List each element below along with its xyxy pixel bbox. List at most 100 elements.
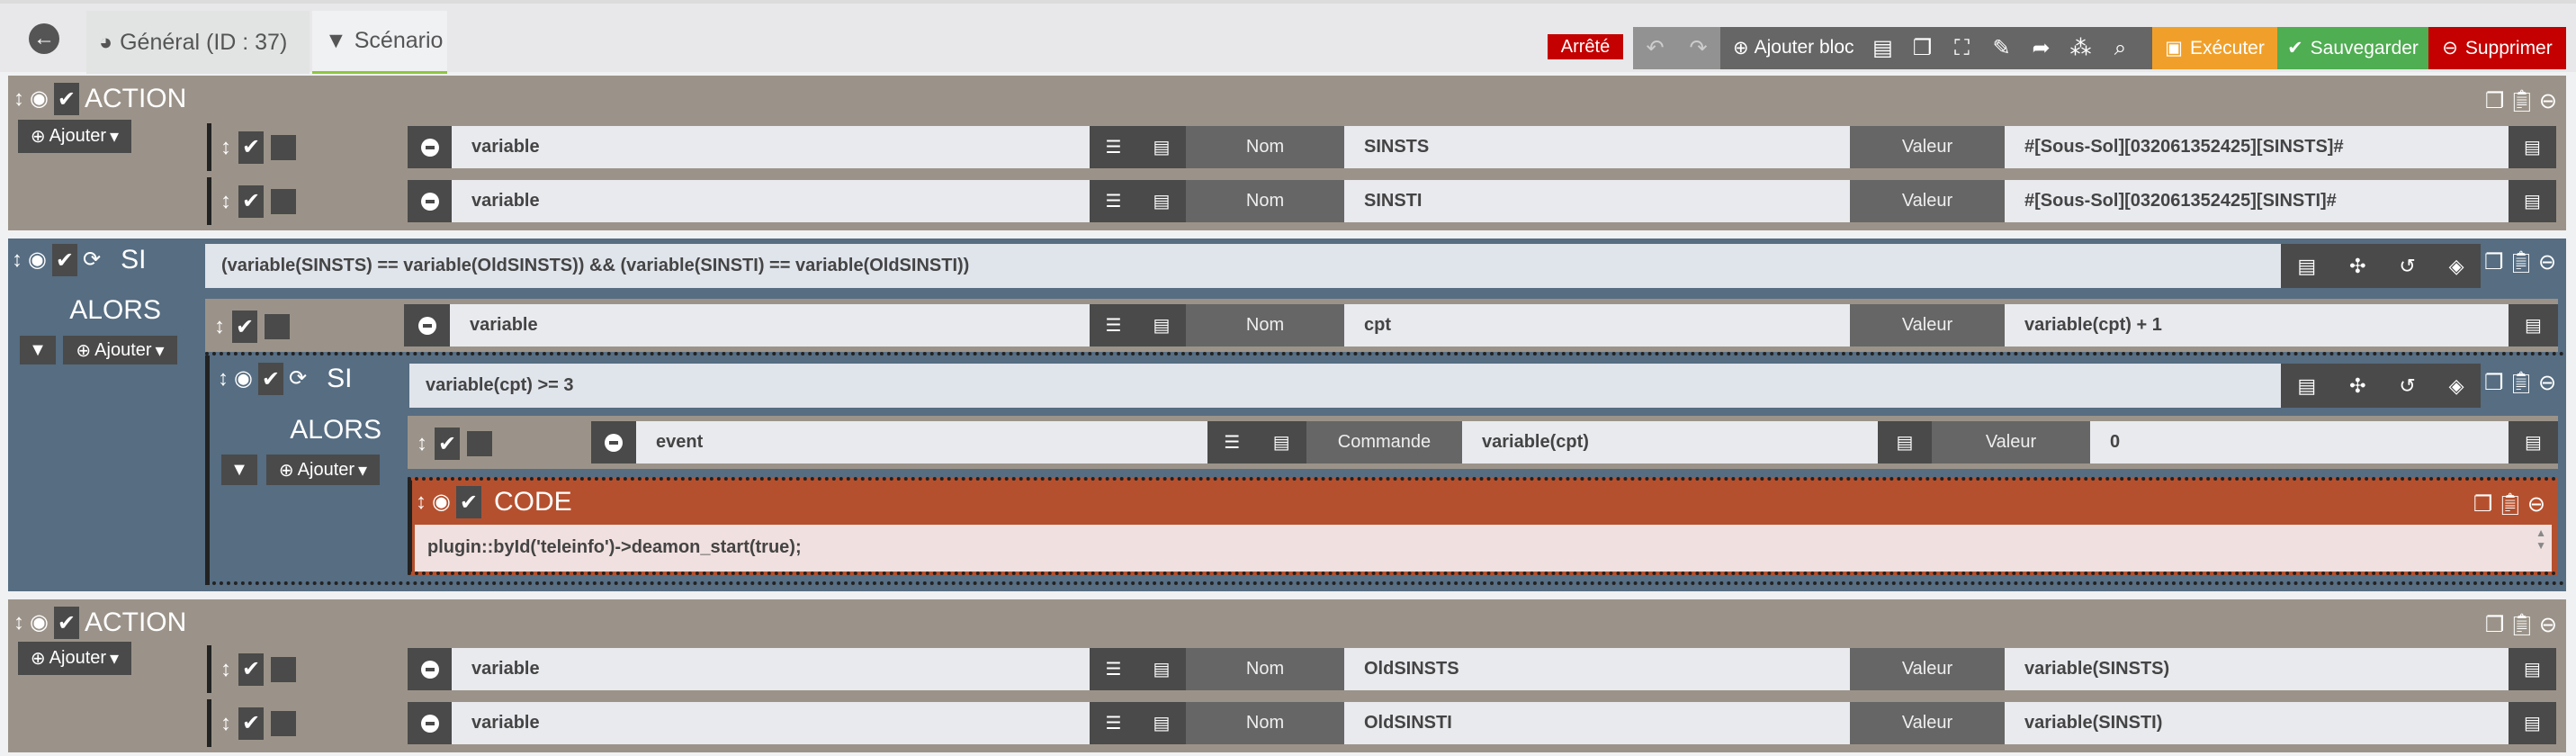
condition-input[interactable]: variable(cpt) >= 3 xyxy=(409,364,2281,408)
list-icon[interactable]: ▤ xyxy=(1153,136,1171,158)
name-input[interactable]: OldSINSTS xyxy=(1344,648,1850,690)
name-input[interactable]: SINSTI xyxy=(1344,180,1850,222)
add-dropdown-button[interactable]: ⊕ Ajouter ▾ xyxy=(18,120,131,153)
enable-checkbox[interactable]: ✔ xyxy=(455,486,481,518)
copy-icon[interactable]: ❐ xyxy=(2473,491,2493,518)
refresh-icon[interactable]: ⟳ xyxy=(83,249,101,271)
add-dropdown-button[interactable]: ⊕ Ajouter ▾ xyxy=(18,642,131,675)
redo-icon[interactable]: ↷ xyxy=(1681,35,1717,61)
value-input[interactable]: variable(SINSTS) xyxy=(2005,648,2509,690)
history-icon[interactable]: ↺ xyxy=(2399,255,2415,278)
execute-button[interactable]: ▣ Exécuter xyxy=(2152,27,2277,69)
tasks-icon[interactable]: ☰ xyxy=(1106,136,1122,158)
move-icon[interactable]: ↕ xyxy=(13,612,24,634)
eye-icon[interactable]: ◉ xyxy=(28,249,47,271)
copy-icon[interactable]: ❐ xyxy=(2484,370,2504,396)
expand-icon[interactable]: ⛶ xyxy=(1944,36,1980,61)
condition-input[interactable]: (variable(SINSTS) == variable(OldSINSTS)… xyxy=(205,244,2281,288)
list-button[interactable]: ▤ xyxy=(1878,421,1932,464)
puzzle-icon[interactable]: ✣ xyxy=(2349,255,2365,278)
enable-checkbox[interactable]: ✔ xyxy=(238,652,264,686)
history-icon[interactable]: ↺ xyxy=(2399,374,2415,398)
move-icon[interactable]: ↕ xyxy=(13,88,24,110)
share-icon[interactable]: ➦ xyxy=(2024,35,2060,61)
list-icon[interactable]: ▤ xyxy=(1273,431,1290,454)
copy-icon[interactable]: ❐ xyxy=(1905,35,1941,61)
remove-row-button[interactable] xyxy=(404,304,450,346)
scrollbar[interactable]: ▲ ▼ xyxy=(2536,526,2546,552)
paste-icon[interactable]: 📋︎ xyxy=(2508,370,2535,396)
list-icon[interactable]: ▤ xyxy=(2297,255,2316,278)
move-icon[interactable]: ↕ xyxy=(417,433,427,454)
move-icon[interactable]: ↕ xyxy=(416,491,426,513)
remove-row-button[interactable] xyxy=(408,180,452,222)
tasks-icon[interactable]: ☰ xyxy=(1106,190,1122,212)
puzzle-icon[interactable]: ✣ xyxy=(2349,374,2365,398)
action-type-field[interactable]: variable xyxy=(450,304,1090,346)
option-checkbox[interactable] xyxy=(467,431,492,456)
code-editor[interactable]: plugin::byId('teleinfo')->deamon_start(t… xyxy=(415,525,2552,572)
refresh-icon[interactable]: ⟳ xyxy=(289,368,307,390)
tasks-icon[interactable]: ☰ xyxy=(1106,658,1122,680)
add-dropdown-button[interactable]: ⊕ Ajouter ▾ xyxy=(63,336,177,364)
tasks-icon[interactable]: ☰ xyxy=(1224,431,1240,454)
option-checkbox[interactable] xyxy=(271,656,296,682)
cubes-icon[interactable]: ⁂ xyxy=(2063,35,2099,61)
move-icon[interactable]: ↕ xyxy=(220,658,231,680)
add-block-button[interactable]: ⊕ Ajouter bloc xyxy=(1733,37,1854,59)
option-checkbox[interactable] xyxy=(271,188,296,214)
list-button[interactable]: ▤ xyxy=(2509,648,2556,690)
value-input[interactable]: variable(SINSTI) xyxy=(2005,702,2509,744)
move-icon[interactable]: ↕ xyxy=(220,190,231,212)
remove-icon[interactable]: ⊖ xyxy=(2527,491,2545,518)
list-button[interactable]: ▤ xyxy=(2509,702,2556,744)
enable-checkbox[interactable]: ✔ xyxy=(238,706,264,740)
edit-icon[interactable]: ✎ xyxy=(1984,35,2020,61)
option-checkbox[interactable] xyxy=(271,710,296,736)
add-dropdown-button[interactable]: ⊕ Ajouter ▾ xyxy=(266,454,380,485)
enable-checkbox[interactable]: ✔ xyxy=(53,83,79,115)
back-icon[interactable]: ← xyxy=(29,23,59,54)
tab-general[interactable]: ◕ Général (ID : 37) xyxy=(86,11,310,74)
name-input[interactable]: SINSTS xyxy=(1344,126,1850,168)
enable-checkbox[interactable]: ✔ xyxy=(238,130,264,164)
enable-checkbox[interactable]: ✔ xyxy=(53,607,79,639)
delete-button[interactable]: ⊖ Supprimer xyxy=(2428,27,2566,69)
list-button[interactable]: ▤ xyxy=(2509,180,2556,222)
eye-icon[interactable]: ◉ xyxy=(30,88,49,110)
remove-row-button[interactable] xyxy=(408,648,452,690)
list-icon[interactable]: ▤ xyxy=(1153,658,1171,680)
collapse-button[interactable]: ▼ xyxy=(20,336,56,364)
undo-icon[interactable]: ↶ xyxy=(1638,35,1674,61)
name-input[interactable]: cpt xyxy=(1344,304,1850,346)
command-input[interactable]: variable(cpt) xyxy=(1462,421,1878,464)
paste-icon[interactable]: 📋︎ xyxy=(2508,249,2535,275)
remove-row-button[interactable] xyxy=(408,126,452,168)
paste-icon[interactable]: 📋︎ xyxy=(2508,88,2535,114)
move-icon[interactable]: ↕ xyxy=(218,368,229,390)
list-button[interactable]: ▤ xyxy=(2509,304,2558,346)
action-type-field[interactable]: variable xyxy=(452,180,1090,222)
move-icon[interactable]: ↕ xyxy=(220,712,231,734)
list-icon[interactable]: ▤ xyxy=(2297,374,2316,398)
list-icon[interactable]: ▤ xyxy=(1153,712,1171,734)
copy-icon[interactable]: ❐ xyxy=(2485,88,2505,114)
enable-checkbox[interactable]: ✔ xyxy=(257,363,283,395)
cube-icon[interactable]: ◈ xyxy=(2449,374,2464,398)
list-icon[interactable]: ▤ xyxy=(1153,190,1171,212)
move-icon[interactable]: ↕ xyxy=(220,136,231,158)
collapse-button[interactable]: ▼ xyxy=(221,454,257,485)
value-input[interactable]: #[Sous-Sol][032061352425][SINSTS]# xyxy=(2005,126,2509,168)
enable-checkbox[interactable]: ✔ xyxy=(232,310,257,343)
option-checkbox[interactable] xyxy=(271,134,296,160)
enable-checkbox[interactable]: ✔ xyxy=(435,428,460,460)
copy-icon[interactable]: ❐ xyxy=(2484,249,2504,275)
copy-icon[interactable]: ❐ xyxy=(2485,612,2505,638)
list-button[interactable]: ▤ xyxy=(2509,126,2556,168)
value-input[interactable]: 0 xyxy=(2090,421,2509,464)
enable-checkbox[interactable]: ✔ xyxy=(51,244,77,276)
eye-icon[interactable]: ◉ xyxy=(234,368,253,390)
enable-checkbox[interactable]: ✔ xyxy=(238,184,264,218)
eye-icon[interactable]: ◉ xyxy=(30,612,49,634)
action-type-field[interactable]: variable xyxy=(452,702,1090,744)
